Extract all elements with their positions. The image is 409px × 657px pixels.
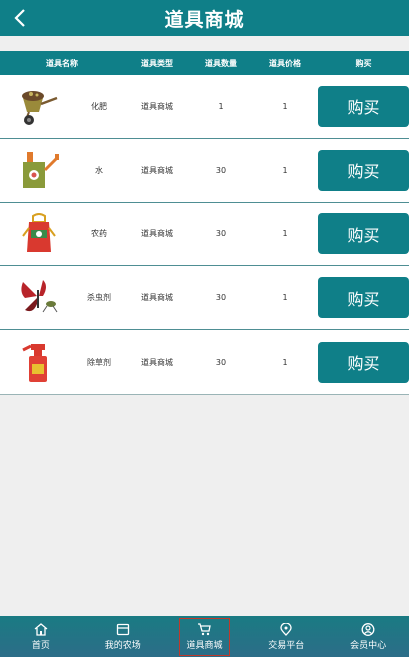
item-quantity: 30	[215, 293, 227, 303]
item-price: 1	[282, 229, 288, 239]
tab-label: 我的农场	[104, 640, 141, 651]
item-price: 1	[282, 357, 288, 367]
buy-button[interactable]: 购买	[318, 85, 409, 127]
app-header: 道具商城	[0, 0, 409, 36]
page-title: 道具商城	[164, 8, 245, 31]
tab-member-center[interactable]: 会员中心	[327, 616, 409, 657]
item-type: 道具商城	[141, 293, 173, 303]
item-name: 化肥	[91, 101, 107, 111]
shop-icon	[116, 623, 129, 635]
item-type: 道具商城	[141, 229, 173, 239]
insects-icon	[14, 273, 64, 323]
home-icon	[34, 622, 48, 636]
tab-label: 首页	[31, 640, 50, 651]
table-row: 除草剂 道具商城 30 1 购买	[0, 330, 409, 394]
item-quantity: 30	[215, 357, 227, 367]
buy-button[interactable]: 购买	[318, 341, 409, 383]
user-icon	[361, 622, 375, 636]
table-row: 农药 道具商城 30 1 购买	[0, 203, 409, 267]
item-name: 除草剂	[87, 357, 111, 367]
buy-button[interactable]: 购买	[318, 277, 409, 319]
back-button[interactable]	[8, 5, 32, 31]
header-buy: 购买	[355, 58, 372, 68]
item-type: 道具商城	[141, 101, 173, 111]
tab-item-shop[interactable]: 道具商城	[164, 616, 246, 657]
item-quantity: 30	[215, 165, 227, 175]
buy-button[interactable]: 购买	[318, 149, 409, 191]
bottom-tabbar: 首页 我的农场 道具商城 交易平台 会员中心	[0, 616, 409, 657]
apron-icon	[14, 209, 64, 259]
header-item-price: 道具价格	[269, 58, 301, 68]
item-name: 农药	[91, 229, 107, 239]
item-price: 1	[282, 101, 288, 111]
tab-label: 道具商城	[186, 640, 223, 651]
header-item-quantity: 道具数量	[205, 58, 237, 68]
cart-icon	[198, 622, 212, 635]
item-price: 1	[282, 165, 288, 175]
tab-my-farm[interactable]: 我的农场	[82, 616, 164, 657]
chevron-left-icon	[14, 9, 25, 27]
header-item-type: 道具类型	[141, 58, 173, 68]
table-row: 水 道具商城 30 1 购买	[0, 139, 409, 203]
table-header: 道具名称 道具类型 道具数量 道具价格 购买	[0, 51, 409, 75]
buy-button[interactable]: 购买	[318, 213, 409, 255]
watering-can-icon	[14, 145, 64, 195]
item-name: 水	[95, 165, 103, 175]
tab-label: 交易平台	[268, 640, 305, 651]
tab-home[interactable]: 首页	[0, 616, 82, 657]
header-item-name: 道具名称	[46, 58, 78, 68]
item-price: 1	[282, 293, 288, 303]
item-quantity: 30	[215, 229, 227, 239]
table-row: 杀虫剂 道具商城 30 1 购买	[0, 266, 409, 331]
spray-bottle-icon	[14, 337, 64, 387]
wheelbarrow-icon	[14, 81, 64, 131]
location-pin-icon	[280, 622, 292, 636]
items-table: 道具名称 道具类型 道具数量 道具价格 购买 化肥 道具商城 1 1 购买 水 …	[0, 51, 409, 395]
item-name: 杀虫剂	[87, 293, 111, 303]
item-type: 道具商城	[141, 165, 173, 175]
tab-label: 会员中心	[350, 640, 387, 651]
table-row: 化肥 道具商城 1 1 购买	[0, 75, 409, 139]
item-type: 道具商城	[141, 357, 173, 367]
tab-trading-platform[interactable]: 交易平台	[245, 616, 327, 657]
item-quantity: 1	[218, 101, 224, 111]
